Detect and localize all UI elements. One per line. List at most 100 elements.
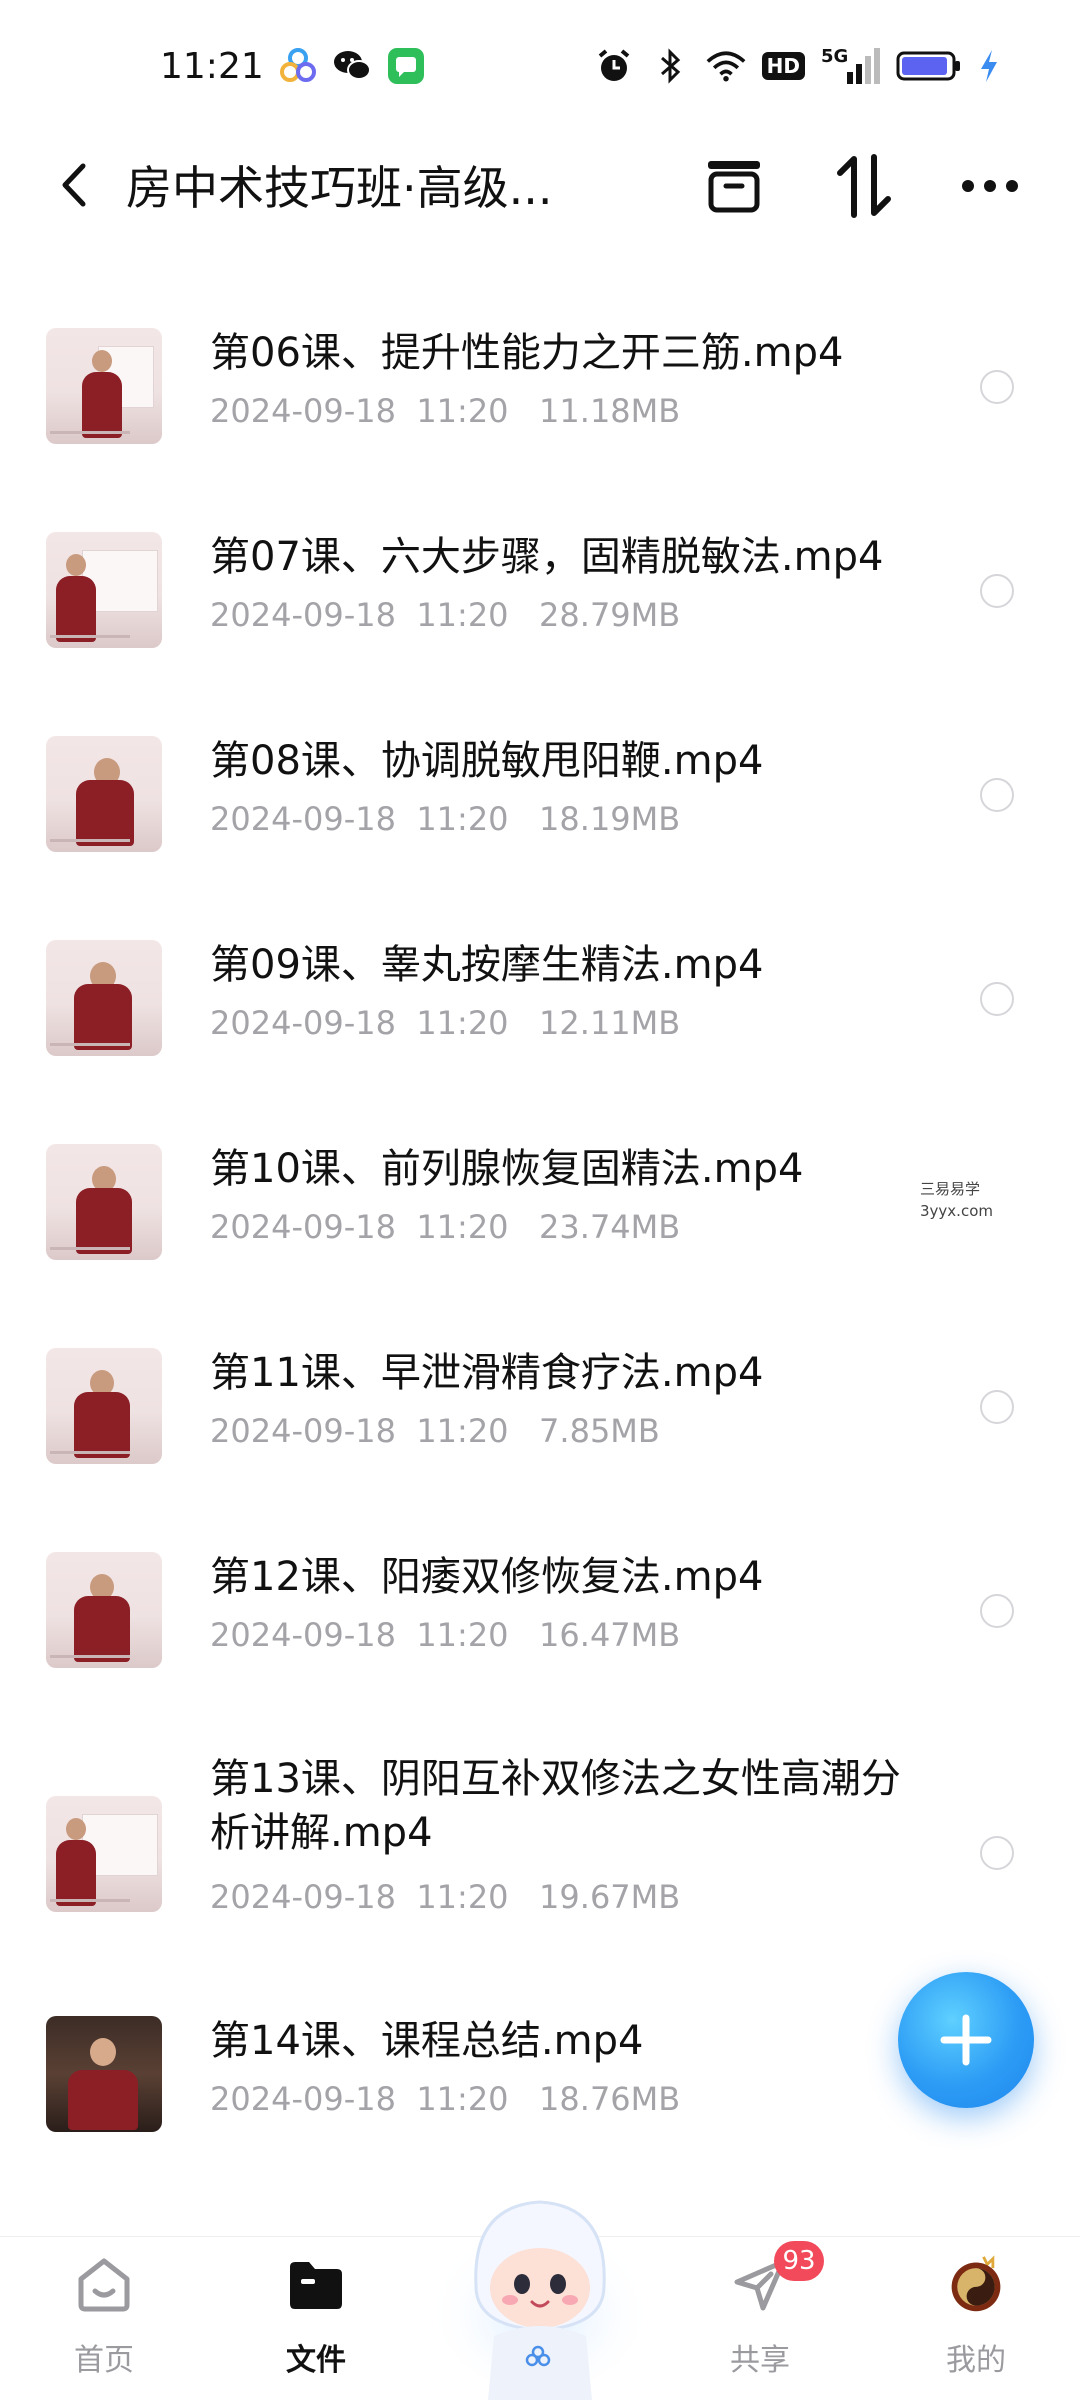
file-time: 11:20 <box>416 1004 509 1042</box>
nav-files-label: 文件 <box>286 2343 346 2378</box>
nav-home-label: 首页 <box>74 2343 134 2378</box>
file-date: 2024-09-18 <box>210 2080 396 2118</box>
more-button[interactable] <box>952 148 1028 224</box>
wechat-icon <box>332 46 372 86</box>
file-time: 11:20 <box>416 800 509 838</box>
file-name: 第11课、早泄滑精食疗法.mp4 <box>210 1350 764 1396</box>
file-row[interactable]: 第07课、六大步骤，固精脱敏法.mp4 2024-09-18 11:20 28.… <box>0 474 1080 674</box>
select-checkbox[interactable] <box>980 574 1014 608</box>
profile-avatar-icon <box>946 2255 1006 2315</box>
bluetooth-icon <box>650 46 690 86</box>
select-checkbox[interactable] <box>980 1390 1014 1424</box>
file-row[interactable]: 第08课、协调脱敏甩阳鞭.mp4 2024-09-18 11:20 18.19M… <box>0 678 1080 878</box>
archive-button[interactable] <box>696 148 772 224</box>
archive-icon <box>708 161 760 213</box>
status-right: HD 5G <box>594 46 1000 86</box>
file-name: 第06课、提升性能力之开三筋.mp4 <box>210 330 844 376</box>
nav-files[interactable]: 文件 <box>246 2255 386 2395</box>
file-name: 第10课、前列腺恢复固精法.mp4 <box>210 1146 804 1192</box>
file-time: 11:20 <box>416 2080 509 2118</box>
file-date: 2024-09-18 <box>210 1878 396 1916</box>
screen: 11:21 HD 5G 房中术技巧班·高级... 第06课、提升性能力之开三筋.… <box>0 0 1080 2400</box>
baidu-netdisk-icon <box>278 46 318 86</box>
file-row[interactable]: 第12课、阳痿双修恢复法.mp4 2024-09-18 11:20 16.47M… <box>0 1494 1080 1694</box>
ai-mascot-button[interactable] <box>432 2176 648 2400</box>
file-time: 11:20 <box>416 1878 509 1916</box>
video-thumbnail <box>46 1552 162 1668</box>
file-time: 11:20 <box>416 596 509 634</box>
select-checkbox[interactable] <box>980 1594 1014 1628</box>
watermark-line-1: 三易易学 <box>920 1180 981 1198</box>
home-icon <box>74 2255 134 2315</box>
status-app-icons <box>278 46 426 86</box>
folder-icon <box>286 2255 346 2315</box>
back-button[interactable] <box>44 150 104 220</box>
file-time: 11:20 <box>416 1208 509 1246</box>
video-thumbnail <box>46 1144 162 1260</box>
file-size: 23.74MB <box>539 1208 681 1246</box>
video-thumbnail <box>46 736 162 852</box>
signal-icon: 5G <box>821 48 880 84</box>
file-size: 16.47MB <box>539 1616 681 1654</box>
battery-icon <box>896 46 962 86</box>
file-size: 19.67MB <box>539 1878 681 1916</box>
back-arrow-icon <box>62 163 86 207</box>
file-time: 11:20 <box>416 1616 509 1654</box>
file-name: 第12课、阳痿双修恢复法.mp4 <box>210 1554 764 1600</box>
file-row[interactable]: 第09课、睾丸按摩生精法.mp4 2024-09-18 11:20 12.11M… <box>0 882 1080 1082</box>
video-thumbnail <box>46 532 162 648</box>
file-time: 11:20 <box>416 1412 509 1450</box>
file-date: 2024-09-18 <box>210 1004 396 1042</box>
file-name: 第09课、睾丸按摩生精法.mp4 <box>210 942 764 988</box>
alarm-icon <box>594 46 634 86</box>
select-checkbox[interactable] <box>980 1836 1014 1870</box>
file-time: 11:20 <box>416 392 509 430</box>
file-date: 2024-09-18 <box>210 392 396 430</box>
nav-share-label: 共享 <box>730 2343 790 2378</box>
select-checkbox[interactable] <box>980 982 1014 1016</box>
sort-button[interactable] <box>826 148 902 224</box>
watermark: 三易易学 3yyx.com <box>920 1178 993 1222</box>
plus-icon <box>940 2014 992 2066</box>
file-meta: 2024-09-18 11:20 12.11MB <box>210 1004 680 1042</box>
file-size: 12.11MB <box>539 1004 681 1042</box>
video-thumbnail <box>46 1796 162 1912</box>
select-checkbox[interactable] <box>980 778 1014 812</box>
file-date: 2024-09-18 <box>210 1616 396 1654</box>
file-meta: 2024-09-18 11:20 23.74MB <box>210 1208 680 1246</box>
wifi-icon <box>706 46 746 86</box>
nav-home[interactable]: 首页 <box>34 2255 174 2395</box>
nav-profile[interactable]: 我的 <box>906 2255 1046 2395</box>
share-badge: 93 <box>774 2241 824 2281</box>
status-bar: 11:21 HD 5G <box>0 0 1080 130</box>
file-row[interactable]: 第11课、早泄滑精食疗法.mp4 2024-09-18 11:20 7.85MB <box>0 1290 1080 1490</box>
video-thumbnail <box>46 940 162 1056</box>
file-row[interactable]: 第10课、前列腺恢复固精法.mp4 2024-09-18 11:20 23.74… <box>0 1086 1080 1286</box>
message-icon <box>386 46 426 86</box>
file-name: 第14课、课程总结.mp4 <box>210 2018 644 2064</box>
sort-icon <box>837 154 891 218</box>
charging-icon <box>978 46 1000 86</box>
ai-mascot-icon <box>436 2200 644 2400</box>
file-meta: 2024-09-18 11:20 28.79MB <box>210 596 680 634</box>
status-time: 11:21 <box>160 46 264 87</box>
file-name: 第07课、六大步骤，固精脱敏法.mp4 <box>210 534 884 580</box>
file-date: 2024-09-18 <box>210 596 396 634</box>
nav-share[interactable]: 93 共享 <box>690 2241 830 2395</box>
file-meta: 2024-09-18 11:20 18.19MB <box>210 800 680 838</box>
title-bar: 房中术技巧班·高级... <box>0 130 1080 240</box>
file-meta: 2024-09-18 11:20 18.76MB <box>210 2080 680 2118</box>
file-size: 11.18MB <box>539 392 681 430</box>
hd-badge: HD <box>761 52 805 80</box>
page-title: 房中术技巧班·高级... <box>126 161 553 215</box>
select-checkbox[interactable] <box>980 370 1014 404</box>
file-row[interactable]: 第06课、提升性能力之开三筋.mp4 2024-09-18 11:20 11.1… <box>0 270 1080 470</box>
network-type: 5G <box>821 46 849 67</box>
add-button[interactable] <box>898 1972 1034 2108</box>
file-meta: 2024-09-18 11:20 19.67MB <box>210 1878 680 1916</box>
file-date: 2024-09-18 <box>210 1412 396 1450</box>
file-row[interactable]: 第13课、阴阳互补双修法之女性高潮分析讲解.mp4 2024-09-18 11:… <box>0 1698 1080 1958</box>
file-meta: 2024-09-18 11:20 11.18MB <box>210 392 680 430</box>
file-size: 28.79MB <box>539 596 681 634</box>
video-thumbnail <box>46 1348 162 1464</box>
